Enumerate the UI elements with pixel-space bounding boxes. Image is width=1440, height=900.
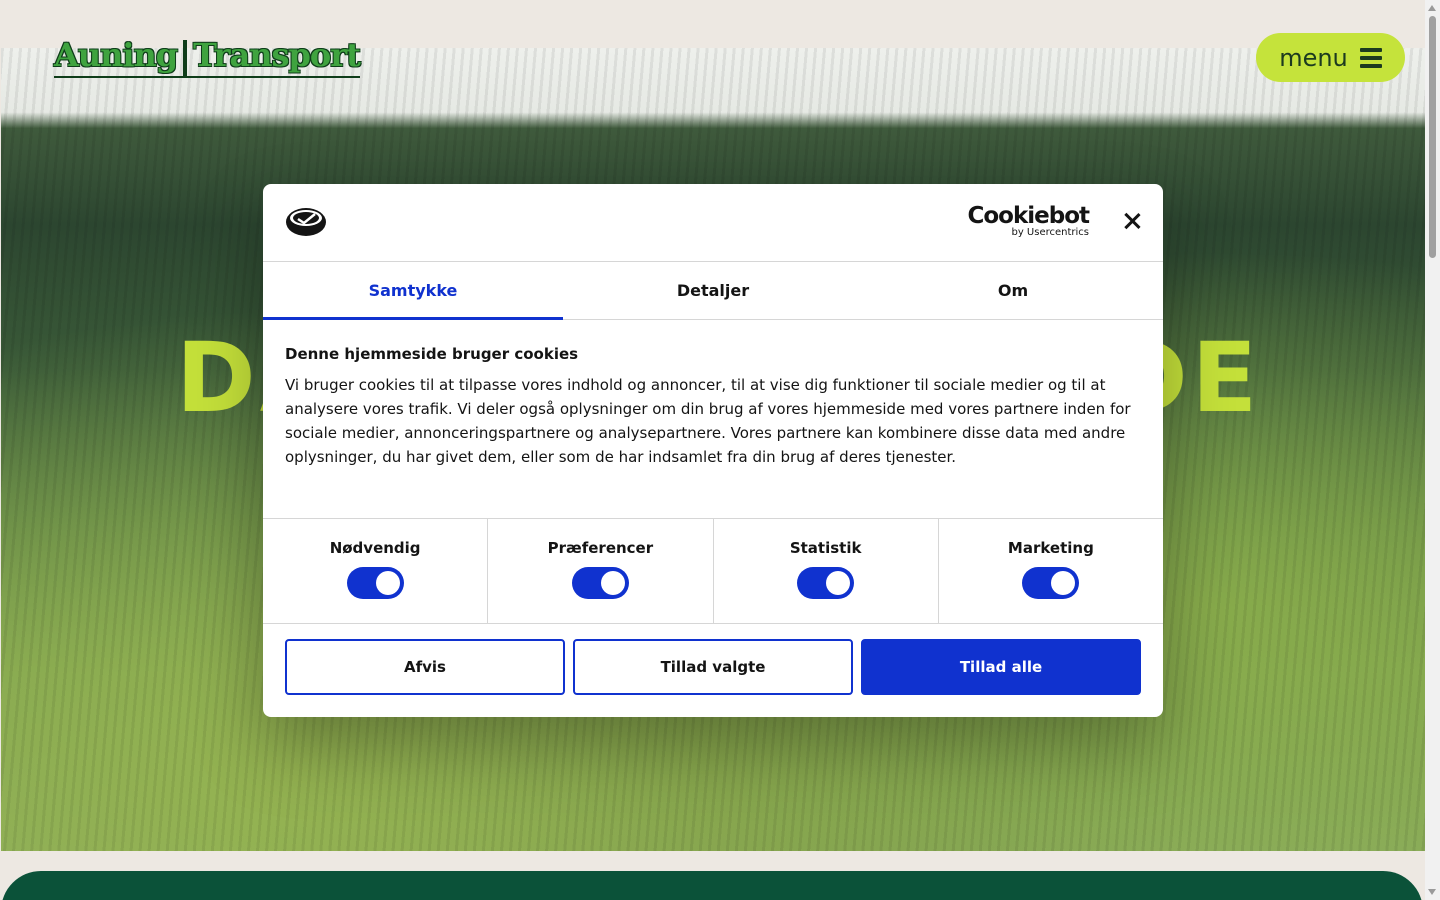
toggle-statistics: Statistik <box>714 519 939 623</box>
dialog-title: Denne hjemmeside bruger cookies <box>285 345 579 363</box>
site-logo[interactable]: Auning Transport <box>54 36 361 78</box>
scroll-down-arrow-icon[interactable] <box>1428 889 1436 895</box>
toggle-label: Nødvendig <box>329 539 421 557</box>
dialog-body: Denne hjemmeside bruger cookies Vi bruge… <box>263 320 1163 519</box>
tab-detaljer[interactable]: Detaljer <box>563 262 863 319</box>
marketing-switch[interactable] <box>1022 567 1080 599</box>
toggle-marketing: Marketing <box>939 519 1163 623</box>
logo-text-auning: Auning <box>54 36 178 74</box>
statistics-switch[interactable] <box>797 567 855 599</box>
dialog-header: Cookiebot by Usercentrics <box>263 184 1163 262</box>
brand-name: Cookiebot <box>967 203 1090 229</box>
toggle-label: Præferencer <box>547 539 654 557</box>
tab-samtykke[interactable]: Samtykke <box>263 262 563 320</box>
toggle-label: Marketing <box>1007 539 1094 557</box>
brand-sub: by Usercentrics <box>1011 227 1089 238</box>
cookie-consent-dialog: Cookiebot by Usercentrics Samtykke Detal… <box>263 184 1163 717</box>
toggle-necessary: Nødvendig <box>263 519 489 623</box>
necessary-switch[interactable] <box>346 567 404 599</box>
allow-all-button[interactable]: Tillad alle <box>861 639 1141 695</box>
toggle-label: Statistik <box>789 539 862 557</box>
menu-button[interactable]: menu <box>1256 33 1405 82</box>
allow-selected-button[interactable]: Tillad valgte <box>573 639 853 695</box>
dialog-description: Vi bruger cookies til at tilpasse vores … <box>285 376 1131 466</box>
reject-button[interactable]: Afvis <box>285 639 565 695</box>
dialog-actions: Afvis Tillad valgte Tillad alle <box>263 624 1163 695</box>
scroll-up-arrow-icon[interactable] <box>1428 5 1436 11</box>
logo-separator <box>183 39 188 76</box>
cookiebot-logo-icon <box>286 208 326 236</box>
scroll-thumb[interactable] <box>1429 16 1436 258</box>
cookiebot-brand: Cookiebot by Usercentrics <box>967 203 1090 238</box>
logo-text-transport: Transport <box>193 36 361 74</box>
preferences-switch[interactable] <box>571 567 629 599</box>
next-section-panel <box>1 871 1423 900</box>
tab-om[interactable]: Om <box>863 262 1163 319</box>
hamburger-icon <box>1359 47 1382 68</box>
dialog-tabs: Samtykke Detaljer Om <box>263 262 1163 320</box>
close-icon[interactable] <box>1119 208 1145 234</box>
toggle-preferences: Præferencer <box>488 519 714 623</box>
consent-toggles: Nødvendig Præferencer Statistik Marketin… <box>263 519 1163 624</box>
menu-label: menu <box>1279 43 1348 72</box>
page-scrollbar[interactable] <box>1425 0 1440 900</box>
